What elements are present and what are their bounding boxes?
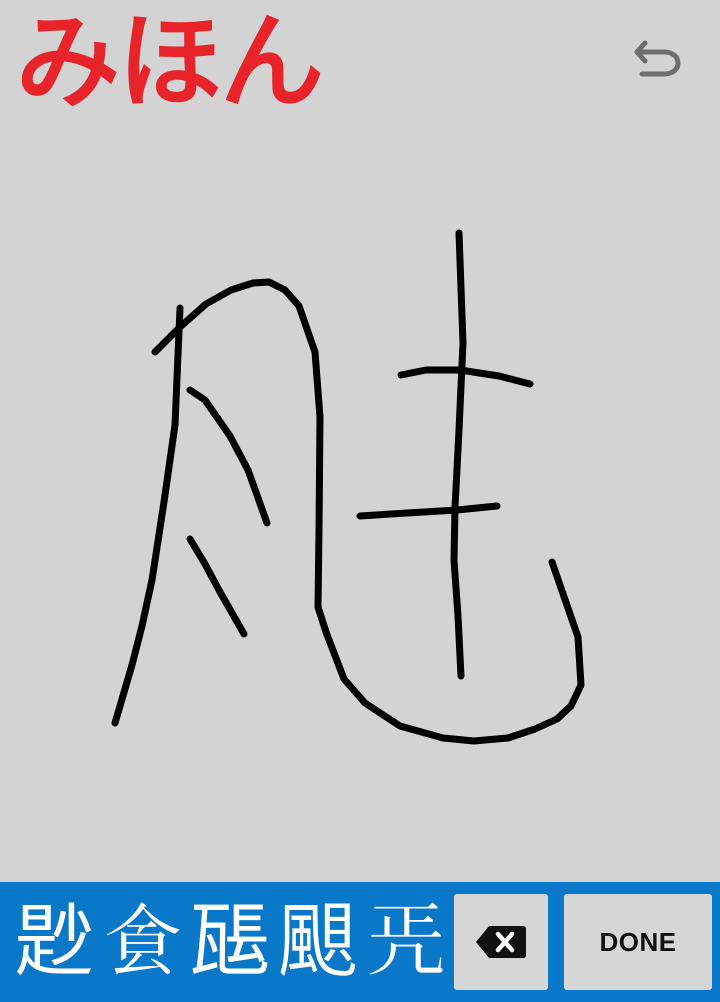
undo-button[interactable] [630, 32, 686, 88]
candidate-list: 尟 𩚀 𤭖 𩗗 𠙁 [0, 882, 452, 1002]
stroke-2 [151, 278, 585, 745]
candidate-bar: 尟 𩚀 𤭖 𩗗 𠙁 DONE [0, 882, 720, 1002]
backspace-button[interactable] [454, 894, 548, 990]
stroke-3 [186, 386, 271, 527]
stroke-5 [450, 229, 467, 680]
done-button[interactable]: DONE [564, 894, 712, 990]
drawing-canvas[interactable] [0, 124, 720, 882]
stroke-1 [111, 304, 184, 727]
candidate-character[interactable]: 尟 [10, 882, 98, 1002]
handwriting-strokes [111, 229, 585, 745]
candidate-character[interactable]: 𩚀 [98, 882, 186, 1002]
candidate-character[interactable]: 𤭖 [186, 882, 274, 1002]
stroke-6 [397, 366, 534, 388]
page-title: みほん [16, 1, 324, 123]
stroke-4 [186, 535, 248, 638]
handwriting-screen: みほん 尟 𩚀 𤭖 𩗗 𠙁 DONE [0, 0, 720, 1002]
candidate-character[interactable]: 𩗗 [274, 882, 362, 1002]
candidate-character[interactable]: 𠙁 [362, 882, 450, 1002]
undo-icon [634, 40, 681, 77]
backspace-icon [476, 926, 526, 958]
stroke-7 [356, 502, 501, 520]
